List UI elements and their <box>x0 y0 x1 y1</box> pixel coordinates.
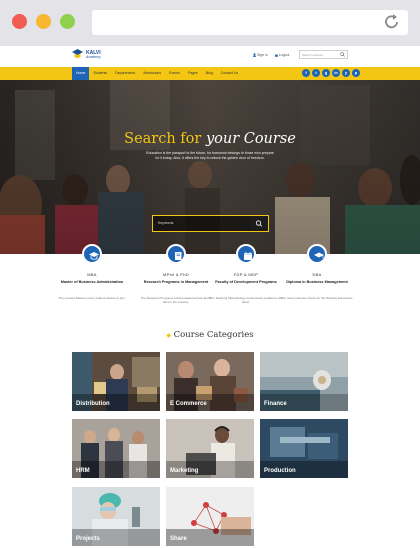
website: KALVI Academy Sign in Logout Search cour… <box>0 46 420 548</box>
category-label: Share <box>170 536 187 542</box>
logo-tagline: Academy <box>86 54 101 59</box>
course-categories-heading: ◆ Course Categories <box>166 330 254 340</box>
nav-menu: Home Students Departments Admissions Eve… <box>72 67 242 80</box>
nav-item-home[interactable]: Home <box>72 67 90 80</box>
linkedin-icon[interactable]: in <box>332 69 340 77</box>
program-name: Research Programs in Management <box>143 280 209 284</box>
logout-link[interactable]: Logout <box>274 53 289 57</box>
browser-window: KALVI Academy Sign in Logout Search cour… <box>0 0 420 548</box>
programs-section: MBA Master of Business Administration Th… <box>0 244 420 334</box>
program-description: The coveted Masters every student desire… <box>58 296 126 300</box>
category-tile-projects[interactable]: Projects <box>72 487 160 546</box>
browser-chrome <box>0 0 420 46</box>
sign-in-link[interactable]: Sign in <box>253 53 268 57</box>
nav-item-admissions[interactable]: Admissions <box>139 67 165 80</box>
category-tile-finance[interactable]: Finance <box>260 352 348 411</box>
program-code: MPhil & PhD <box>163 272 189 277</box>
category-label: Finance <box>264 401 287 407</box>
category-label: Distribution <box>76 401 110 407</box>
program-code: DBA <box>312 272 322 277</box>
site-logo[interactable]: KALVI Academy <box>72 49 101 61</box>
nav-item-events[interactable]: Events <box>165 67 184 80</box>
category-tile-distribution[interactable]: Distribution <box>72 352 160 411</box>
category-label: Production <box>264 468 296 474</box>
facebook-icon[interactable]: f <box>302 69 310 77</box>
minimize-window-button[interactable] <box>36 14 51 29</box>
program-name: Master of Business Administration <box>60 280 124 284</box>
program-description: The Teaching Methodology continuously up… <box>209 296 283 304</box>
course-search-input[interactable]: Keywords <box>152 215 269 232</box>
maximize-window-button[interactable] <box>60 14 75 29</box>
pinterest-icon[interactable]: p <box>352 69 360 77</box>
nav-item-students[interactable]: Students <box>89 67 111 80</box>
header-search-input[interactable]: Search courses <box>299 50 348 59</box>
book-icon <box>166 244 186 264</box>
reload-icon[interactable] <box>384 13 400 31</box>
youtube-icon[interactable]: y <box>342 69 350 77</box>
category-label: HRM <box>76 468 90 474</box>
nav-item-departments[interactable]: Departments <box>111 67 139 80</box>
mortarboard-icon <box>307 244 327 264</box>
hero-title: Search for your Course <box>124 131 296 147</box>
category-label: Projects <box>76 536 100 542</box>
category-label: Marketing <box>170 468 199 474</box>
site-top-bar: KALVI Academy Sign in Logout Search cour… <box>0 46 420 67</box>
nav-item-contact[interactable]: Contact Us <box>217 67 242 80</box>
calendar-icon <box>236 244 256 264</box>
program-name: Diploma in Business Management <box>286 280 348 284</box>
hero-subtitle: Education is the passport to the future,… <box>146 151 274 160</box>
address-bar[interactable] <box>92 10 408 35</box>
program-name: Faculty of Development Programs <box>215 280 277 284</box>
program-description: The most preferred choice for the Workin… <box>280 296 354 300</box>
account-links: Sign in Logout <box>253 53 289 57</box>
nav-item-pages[interactable]: Pages <box>184 67 202 80</box>
category-tile-share[interactable]: Share <box>166 487 254 546</box>
category-tile-production[interactable]: Production <box>260 419 348 478</box>
nav-item-blog[interactable]: Blog <box>202 67 217 80</box>
lock-icon <box>274 54 278 57</box>
category-tile-e-commerce[interactable]: E Commerce <box>166 352 254 411</box>
social-links: f t g in y p <box>302 69 360 77</box>
category-tile-marketing[interactable]: Marketing <box>166 419 254 478</box>
program-code: FDP & MDP <box>233 272 259 277</box>
search-icon[interactable] <box>340 52 345 57</box>
user-icon <box>253 53 256 57</box>
program-description: The Research Programs encompassed across… <box>140 296 212 304</box>
main-navigation: Home Students Departments Admissions Eve… <box>0 67 420 80</box>
course-search-button[interactable] <box>250 216 268 231</box>
close-window-button[interactable] <box>12 14 27 29</box>
graduation-icon <box>82 244 102 264</box>
program-code: MBA <box>87 272 97 277</box>
hero-banner: Search for your Course Education is the … <box>0 80 420 254</box>
google-plus-icon[interactable]: g <box>322 69 330 77</box>
category-label: E Commerce <box>170 401 207 407</box>
diamond-icon: ◆ <box>166 332 171 339</box>
graduation-cap-icon <box>72 49 83 58</box>
search-icon <box>255 220 263 227</box>
twitter-icon[interactable]: t <box>312 69 320 77</box>
category-tile-hrm[interactable]: HRM <box>72 419 160 478</box>
